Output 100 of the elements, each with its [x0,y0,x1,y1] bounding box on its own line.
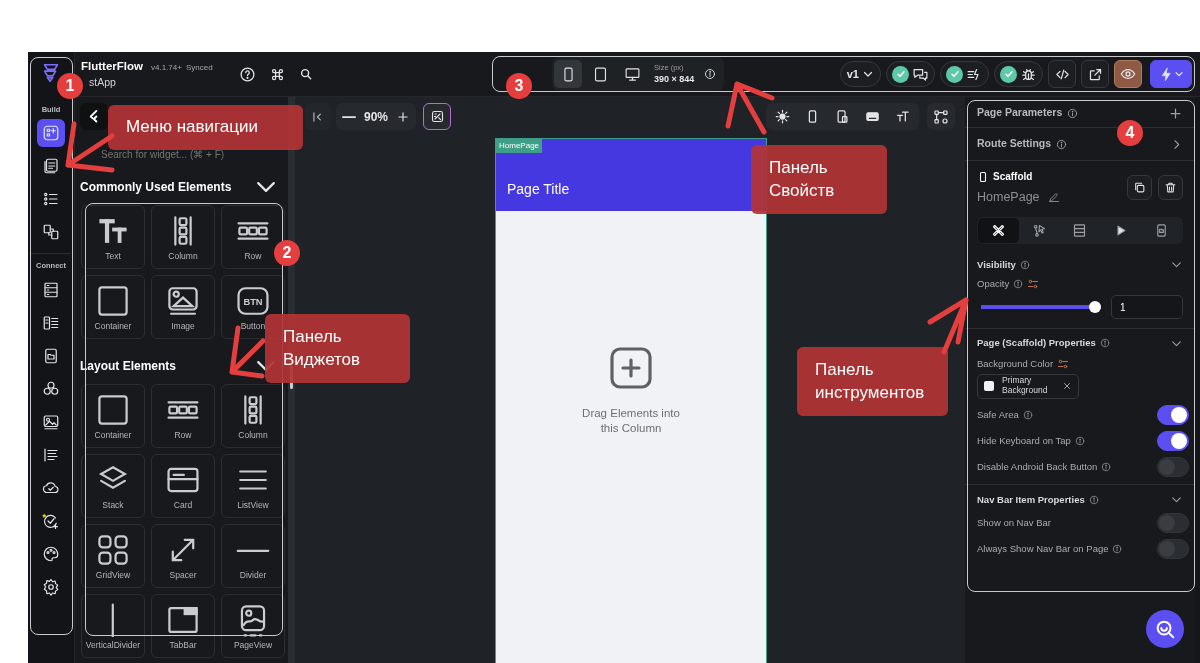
add-icon[interactable] [607,344,655,392]
slider-thumb[interactable] [1089,301,1101,314]
widget-tile[interactable]: Column [151,205,215,269]
grid-icon [96,533,130,568]
copy-icon [1133,181,1146,194]
divider-icon [236,548,270,553]
search-icon[interactable] [299,67,313,81]
desktop-icon [623,65,641,83]
text-size-icon[interactable] [895,109,910,124]
device-button[interactable] [554,60,582,88]
sun-icon[interactable] [775,109,790,124]
command-icon[interactable] [270,66,285,82]
info-icon[interactable] [1067,107,1079,119]
add-widget-icon [42,124,60,143]
arrow [229,325,266,379]
add-icon[interactable] [1168,105,1183,121]
square-icon [96,393,130,428]
section-title: Page Parameters [977,105,1063,121]
toggle-switch[interactable] [1157,456,1189,477]
tree-button[interactable] [927,103,955,130]
external-link-icon [1087,66,1103,82]
chevron-icon[interactable] [257,182,275,192]
field-label: Opacity [977,277,1010,291]
property-tab[interactable] [978,217,1019,243]
widget-tab-button[interactable] [80,103,108,130]
integrations-icon [42,379,60,398]
settings-icon [42,577,60,596]
keyboard-icon[interactable] [865,109,880,124]
preview-button[interactable] [1114,60,1142,88]
arrow [927,297,969,355]
info-icon[interactable] [1056,138,1068,150]
widget-tile[interactable]: VerticalDivider [81,594,145,658]
actions-icon [1031,222,1047,238]
collapse-button[interactable] [305,103,331,130]
check-status-button[interactable] [940,61,989,87]
field-label: Always Show Nav Bar on Page [977,541,1109,556]
duplicate-button[interactable] [1127,175,1152,200]
check-status-button[interactable] [886,61,935,87]
toggle-switch[interactable] [1157,404,1189,425]
nodes-icon [933,108,949,125]
search-icon [1154,618,1176,640]
delete-button[interactable] [1158,175,1183,200]
pages-icon [42,157,60,176]
close-icon[interactable] [1062,381,1072,392]
phone-tablet-icon[interactable] [835,109,850,124]
version-label: v4.1.74+ [150,61,182,74]
search-field[interactable]: Search for widget... (⌘ + F) [101,147,283,162]
project-name: stApp [89,74,117,90]
size-value: 390 × 844 [654,72,695,86]
app-name: FlutterFlow [81,58,143,74]
widget-tile[interactable]: Row [151,384,215,448]
open-link-button[interactable] [1081,60,1109,88]
zoom-out-button[interactable] [340,115,358,118]
phone-icon [977,170,989,183]
widget-tile[interactable]: Column [221,384,285,448]
widget-tile[interactable]: Text [81,205,145,269]
widget-tile[interactable]: Container [81,275,145,339]
widget-tile[interactable]: Divider [221,524,285,588]
toggle-switch[interactable] [1157,513,1189,533]
field-label: Show on Nav Bar [977,515,1051,530]
color-chip[interactable]: Primary Background [977,373,1079,399]
widget-tile[interactable]: Card [151,454,215,518]
page-tag: HomePage [496,139,543,153]
agents-icon [42,511,60,530]
widget-tile[interactable]: TabBar [151,594,215,658]
callout-label: Панель инструментов [797,347,948,416]
widget-tile[interactable]: Stack [81,454,145,518]
widget-tile[interactable]: PageView [221,594,285,658]
widget-tile[interactable]: Image [151,275,215,339]
widget-name: HomePage [977,189,1040,206]
section-title: Visibility [977,257,1016,272]
sliders-icon[interactable] [1027,278,1040,291]
widget-tile[interactable]: Spacer [151,524,215,588]
callout-label: Меню навигации [108,105,303,150]
widget-tile[interactable]: ListView [221,454,285,518]
square-icon [96,284,130,319]
section-title: Route Settings [977,136,1052,152]
field-label: Background Color [977,356,1054,371]
widget-tile[interactable]: Container [81,384,145,448]
nav-rail-button[interactable] [37,119,65,148]
code-button[interactable] [1048,60,1076,88]
pencil-icon[interactable] [1047,191,1060,204]
backend-icon [1072,222,1088,238]
toggle-switch[interactable] [1157,430,1189,451]
images-icon [42,412,60,431]
run-button[interactable] [1150,60,1192,88]
toggle-switch[interactable] [1157,539,1189,559]
media-icon [42,346,60,365]
magic-button[interactable] [423,103,452,130]
value-field[interactable]: 1 [1111,295,1183,320]
section-title: Page (Scaffold) Properties [977,336,1096,351]
arrow [725,81,775,135]
help-icon[interactable] [239,65,256,83]
theme-icon [42,544,60,563]
widget-tile[interactable]: GridView [81,524,145,588]
version-dropdown[interactable]: v1 [839,61,881,87]
sliders-icon[interactable] [1057,357,1070,370]
field-label: Disable Android Back Button [977,459,1098,474]
properties-icon [990,222,1006,238]
check-status-button[interactable] [994,61,1043,87]
